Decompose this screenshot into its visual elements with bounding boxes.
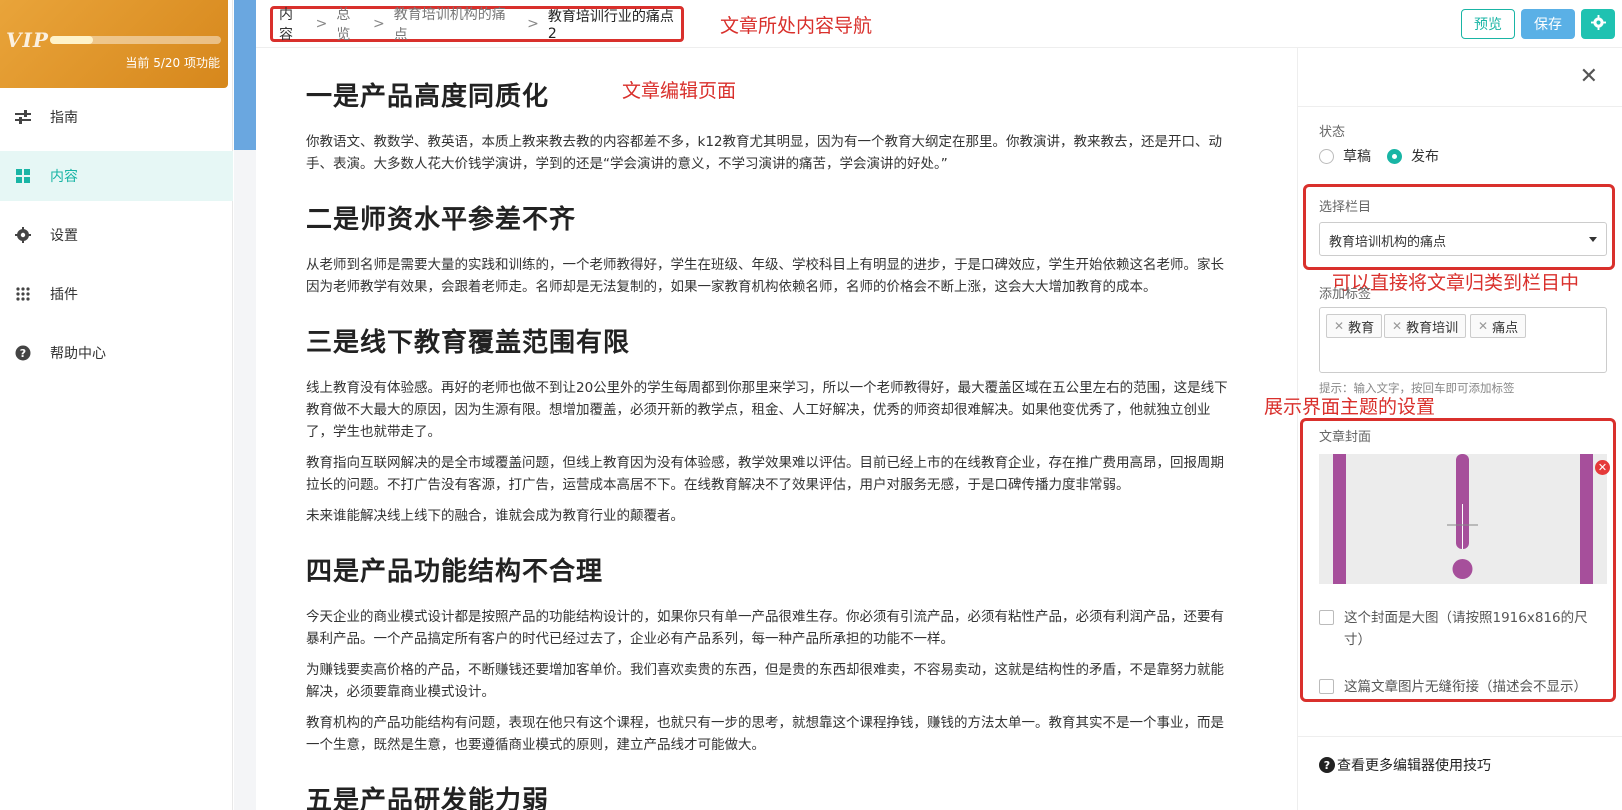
- radio-dot: [1387, 148, 1402, 164]
- tag-chip[interactable]: ✕ 教育: [1326, 314, 1383, 338]
- sidebar-item-guide[interactable]: 指南: [0, 92, 233, 142]
- vip-card[interactable]: VIP 当前 5/20 项功能: [0, 0, 228, 88]
- breadcrumb: 内容 > 总览 > 教育培训机构的痛点 > 教育培训行业的痛点2: [270, 4, 684, 44]
- section-paragraph[interactable]: 为赚钱要卖高价格的产品，不断赚钱还要增加客单价。我们喜欢卖贵的东西，但是贵的东西…: [306, 659, 1236, 703]
- section-paragraph[interactable]: 线上教育没有体验感。再好的老师也做不到让20公里外的学生每周都到你那里来学习，所…: [306, 377, 1236, 443]
- close-icon[interactable]: ✕: [1580, 64, 1598, 89]
- checkbox-label: 这篇文章图片无缝衔接（描述会不显示）: [1344, 679, 1587, 695]
- sidebar-item-settings[interactable]: 设置: [0, 210, 233, 260]
- checkbox-label: 这个封面是大图（请按照1916x816的尺寸）: [1344, 610, 1588, 648]
- category-label: 选择栏目: [1319, 200, 1372, 215]
- accent-strip: [234, 0, 256, 150]
- cover-label: 文章封面: [1319, 430, 1372, 445]
- breadcrumb-current: 教育培训行业的痛点2: [547, 9, 674, 42]
- vip-logo: VIP: [6, 28, 49, 52]
- breadcrumb-item[interactable]: 总览: [336, 4, 364, 44]
- editor-tips-link[interactable]: ? 查看更多编辑器使用技巧: [1319, 755, 1491, 775]
- editor-gutter: [234, 150, 256, 810]
- tag-chip[interactable]: ✕ 教育培训: [1384, 314, 1467, 338]
- section-heading[interactable]: 三是线下教育覆盖范围有限: [306, 322, 1236, 359]
- sliders-icon: [14, 108, 32, 126]
- sidebar-item-label: 指南: [50, 110, 78, 126]
- delete-cover-icon[interactable]: ✕: [1595, 460, 1610, 475]
- sidebar-item-label: 插件: [50, 287, 78, 303]
- section-heading[interactable]: 二是师资水平参差不齐: [306, 199, 1236, 236]
- gear-icon: [1590, 14, 1606, 34]
- section-paragraph[interactable]: 未来谁能解决线上线下的融合，谁就会成为教育行业的颠覆者。: [306, 505, 1236, 527]
- help-icon: ?: [1319, 757, 1335, 773]
- dots-grid-icon: [14, 285, 32, 303]
- category-value: 教育培训机构的痛点: [1329, 235, 1447, 250]
- save-button[interactable]: 保存: [1521, 9, 1575, 39]
- sidebar-item-label: 设置: [50, 228, 78, 244]
- sidebar: VIP 当前 5/20 项功能 指南 内容 设置 插件 ? 帮助中心: [0, 0, 233, 810]
- annotation-page: 文章编辑页面: [622, 80, 737, 102]
- section-paragraph[interactable]: 你教语文、教数学、教英语，本质上教来教去教的内容都差不多，k12教育尤其明显，因…: [306, 131, 1236, 175]
- tag-label: 教育培训: [1406, 320, 1459, 336]
- tag-chip[interactable]: ✕ 痛点: [1470, 314, 1527, 338]
- annotation-nav: 文章所处内容导航: [720, 15, 873, 37]
- divider: [1298, 106, 1622, 107]
- top-bar: 内容 > 总览 > 教育培训机构的痛点 > 教育培训行业的痛点2 文章所处内容导…: [256, 0, 1622, 48]
- status-radio-publish[interactable]: 发布: [1387, 146, 1439, 166]
- section-heading[interactable]: 五是产品研发能力弱: [306, 780, 1236, 810]
- breadcrumb-item[interactable]: 内容: [279, 4, 307, 44]
- article-editor[interactable]: 一是产品高度同质化你教语文、教数学、教英语，本质上教来教去教的内容都差不多，k1…: [306, 48, 1236, 810]
- annotation-theme: 展示界面主题的设置: [1264, 396, 1436, 418]
- vip-progress-bar: [50, 36, 221, 44]
- sidebar-item-content[interactable]: 内容: [0, 151, 233, 201]
- gear-icon: [14, 226, 32, 244]
- breadcrumb-separator: >: [527, 16, 539, 32]
- checkbox-box: [1319, 679, 1334, 694]
- grid-icon: [14, 167, 32, 185]
- preview-button[interactable]: 预览: [1461, 9, 1515, 39]
- section-heading[interactable]: 一是产品高度同质化: [306, 76, 1236, 113]
- close-icon[interactable]: ✕: [1392, 319, 1402, 333]
- cover-large-checkbox[interactable]: 这个封面是大图（请按照1916x816的尺寸）: [1319, 607, 1599, 651]
- close-icon[interactable]: ✕: [1478, 319, 1488, 333]
- radio-label: 草稿: [1343, 149, 1371, 165]
- section-paragraph[interactable]: 教育机构的产品功能结构有问题，表现在他只有这个课程，也就只有一步的思考，就想靠这…: [306, 712, 1236, 756]
- radio-dot: [1319, 148, 1334, 164]
- svg-text:?: ?: [20, 347, 26, 360]
- section-heading[interactable]: 四是产品功能结构不合理: [306, 551, 1236, 588]
- cover-illustration: [1333, 454, 1593, 584]
- tips-label: 查看更多编辑器使用技巧: [1337, 758, 1491, 774]
- status-radio-draft[interactable]: 草稿: [1319, 146, 1371, 166]
- sidebar-item-plugins[interactable]: 插件: [0, 269, 233, 319]
- status-label: 状态: [1319, 125, 1346, 140]
- tag-label: 教育: [1348, 320, 1375, 336]
- radio-label: 发布: [1411, 149, 1439, 165]
- cover-image[interactable]: ✕: [1319, 454, 1610, 584]
- sidebar-item-label: 帮助中心: [50, 346, 106, 362]
- vip-progress-fill: [50, 36, 93, 44]
- seamless-checkbox[interactable]: 这篇文章图片无缝衔接（描述会不显示）: [1319, 676, 1609, 698]
- sidebar-item-label: 内容: [50, 169, 78, 185]
- close-icon[interactable]: ✕: [1334, 319, 1344, 333]
- chevron-down-icon: [1589, 237, 1597, 242]
- checkbox-box: [1319, 610, 1334, 625]
- section-paragraph[interactable]: 教育指向互联网解决的是全市域覆盖问题，但线上教育因为没有体验感，教学效果难以评估…: [306, 452, 1236, 496]
- app-root: VIP 当前 5/20 项功能 指南 内容 设置 插件 ? 帮助中心 内容 > …: [0, 0, 1622, 810]
- sidebar-nav: 指南 内容 设置 插件 ? 帮助中心: [0, 92, 233, 387]
- tags-label: 添加标签: [1319, 287, 1372, 302]
- vip-status-text: 当前 5/20 项功能: [125, 56, 220, 70]
- breadcrumb-item[interactable]: 教育培训机构的痛点: [394, 4, 518, 44]
- divider: [1298, 736, 1622, 737]
- breadcrumb-separator: >: [315, 16, 328, 32]
- section-paragraph[interactable]: 从老师到名师是需要大量的实践和训练的，一个老师教得好，学生在班级、年级、学校科目…: [306, 254, 1236, 298]
- section-paragraph[interactable]: 今天企业的商业模式设计都是按照产品的功能结构设计的，如果你只有单一产品很难生存。…: [306, 606, 1236, 650]
- tag-label: 痛点: [1492, 320, 1519, 336]
- sidebar-item-help[interactable]: ? 帮助中心: [0, 328, 233, 378]
- help-icon: ?: [14, 344, 32, 362]
- breadcrumb-separator: >: [373, 16, 385, 32]
- tags-input[interactable]: ✕ 教育 ✕ 教育培训 ✕ 痛点: [1319, 307, 1607, 373]
- category-select[interactable]: 教育培训机构的痛点: [1319, 222, 1607, 256]
- settings-button[interactable]: [1581, 9, 1615, 39]
